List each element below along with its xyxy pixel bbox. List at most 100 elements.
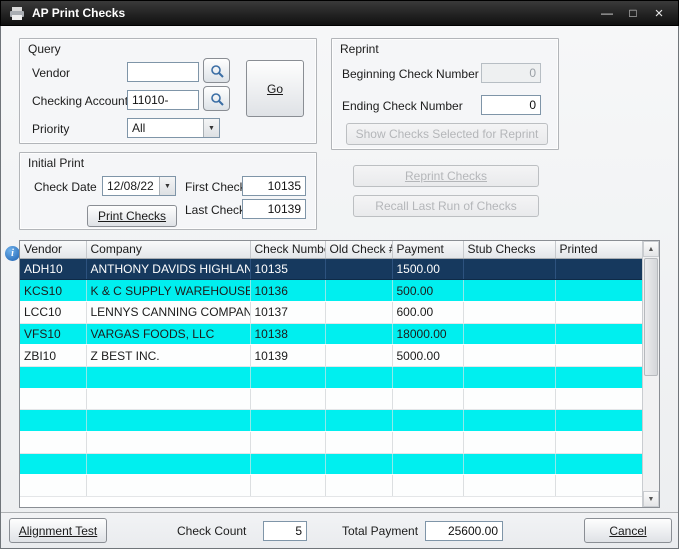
grid-cell-payment[interactable]: 500.00 bbox=[392, 279, 464, 302]
grid-row[interactable] bbox=[20, 431, 643, 454]
grid-cell-vendor[interactable]: ADH10 bbox=[20, 258, 87, 281]
grid-cell-old_check[interactable] bbox=[325, 344, 393, 367]
grid-cell-stub_checks[interactable] bbox=[463, 258, 556, 281]
chevron-down-icon[interactable]: ▼ bbox=[159, 177, 175, 195]
grid-cell-company[interactable]: VARGAS FOODS, LLC bbox=[86, 323, 251, 346]
chevron-down-icon[interactable]: ▼ bbox=[203, 119, 219, 137]
grid-cell-old_check[interactable] bbox=[325, 279, 393, 302]
grid-cell-check_number[interactable]: 10138 bbox=[250, 323, 326, 346]
grid-cell-stub_checks[interactable] bbox=[463, 344, 556, 367]
grid-cell-company[interactable] bbox=[86, 388, 251, 411]
grid-cell-vendor[interactable]: KCS10 bbox=[20, 279, 87, 302]
go-button[interactable]: Go bbox=[246, 60, 304, 117]
grid-cell-old_check[interactable] bbox=[325, 431, 393, 454]
column-header-payment[interactable]: Payment bbox=[392, 241, 464, 259]
grid-cell-vendor[interactable] bbox=[20, 366, 87, 389]
column-header-old-check[interactable]: Old Check # bbox=[325, 241, 393, 259]
grid-cell-company[interactable]: K & C SUPPLY WAREHOUSE bbox=[86, 279, 251, 302]
grid-cell-old_check[interactable] bbox=[325, 323, 393, 346]
grid-cell-check_number[interactable]: 10136 bbox=[250, 279, 326, 302]
ending-check-number-input[interactable] bbox=[481, 95, 541, 115]
grid-cell-old_check[interactable] bbox=[325, 409, 393, 432]
grid-cell-check_number[interactable]: 10139 bbox=[250, 344, 326, 367]
grid-cell-payment[interactable]: 5000.00 bbox=[392, 344, 464, 367]
priority-dropdown[interactable]: All ▼ bbox=[127, 118, 220, 138]
grid-cell-printed[interactable] bbox=[555, 474, 643, 498]
grid-cell-stub_checks[interactable] bbox=[463, 366, 556, 389]
grid-row[interactable] bbox=[20, 474, 643, 498]
grid-cell-payment[interactable] bbox=[392, 474, 464, 498]
grid-row[interactable] bbox=[20, 409, 643, 432]
vendor-search-button[interactable] bbox=[203, 58, 230, 83]
grid-cell-company[interactable]: ANTHONY DAVIDS HIGHLAND CO bbox=[86, 258, 251, 281]
scroll-down-icon[interactable]: ▼ bbox=[643, 491, 659, 507]
grid-cell-old_check[interactable] bbox=[325, 453, 393, 476]
grid-cell-check_number[interactable] bbox=[250, 409, 326, 432]
grid-cell-company[interactable] bbox=[86, 366, 251, 389]
grid-cell-vendor[interactable]: VFS10 bbox=[20, 323, 87, 346]
grid-cell-stub_checks[interactable] bbox=[463, 409, 556, 432]
grid-cell-check_number[interactable]: 10135 bbox=[250, 258, 326, 281]
last-check-input[interactable] bbox=[242, 199, 306, 219]
grid-scrollbar[interactable]: ▲ ▼ bbox=[642, 241, 659, 507]
grid-cell-vendor[interactable]: ZBI10 bbox=[20, 344, 87, 367]
grid-cell-payment[interactable]: 600.00 bbox=[392, 301, 464, 324]
grid-cell-stub_checks[interactable] bbox=[463, 474, 556, 498]
grid-cell-printed[interactable] bbox=[555, 388, 643, 411]
grid-cell-vendor[interactable] bbox=[20, 453, 87, 476]
grid-cell-payment[interactable] bbox=[392, 366, 464, 389]
grid-cell-payment[interactable] bbox=[392, 431, 464, 454]
grid-cell-vendor[interactable] bbox=[20, 474, 87, 498]
close-button[interactable]: × bbox=[648, 4, 670, 22]
grid-cell-stub_checks[interactable] bbox=[463, 323, 556, 346]
grid-cell-old_check[interactable] bbox=[325, 474, 393, 498]
grid-row[interactable]: ZBI10 Z BEST INC. 10139 5000.00 bbox=[20, 344, 643, 367]
grid-cell-printed[interactable] bbox=[555, 258, 643, 281]
grid-row[interactable] bbox=[20, 366, 643, 389]
grid-row[interactable]: ADH10ANTHONY DAVIDS HIGHLAND CO10135 1500… bbox=[20, 258, 643, 281]
grid-cell-check_number[interactable] bbox=[250, 366, 326, 389]
grid-cell-check_number[interactable] bbox=[250, 453, 326, 476]
grid-cell-printed[interactable] bbox=[555, 453, 643, 476]
grid-cell-company[interactable] bbox=[86, 453, 251, 476]
grid-cell-printed[interactable] bbox=[555, 431, 643, 454]
grid-cell-stub_checks[interactable] bbox=[463, 279, 556, 302]
column-header-check-number[interactable]: Check Number bbox=[250, 241, 326, 259]
grid-cell-printed[interactable] bbox=[555, 279, 643, 302]
checking-account-search-button[interactable] bbox=[203, 86, 230, 111]
minimize-button[interactable]: — bbox=[596, 4, 618, 22]
print-checks-button[interactable]: Print Checks bbox=[87, 205, 177, 227]
grid-cell-check_number[interactable] bbox=[250, 388, 326, 411]
check-date-dropdown[interactable]: 12/08/22 ▼ bbox=[102, 176, 176, 196]
grid-cell-payment[interactable] bbox=[392, 388, 464, 411]
grid-cell-old_check[interactable] bbox=[325, 258, 393, 281]
grid-cell-vendor[interactable] bbox=[20, 409, 87, 432]
column-header-stub-checks[interactable]: Stub Checks bbox=[463, 241, 556, 259]
grid-cell-company[interactable]: LENNYS CANNING COMPANY bbox=[86, 301, 251, 324]
grid-cell-stub_checks[interactable] bbox=[463, 453, 556, 476]
alignment-test-button[interactable]: Alignment Test bbox=[9, 518, 107, 543]
cancel-button[interactable]: Cancel bbox=[584, 518, 672, 543]
column-header-company[interactable]: Company bbox=[86, 241, 251, 259]
checking-account-input[interactable] bbox=[127, 90, 199, 110]
grid-row[interactable]: VFS10 VARGAS FOODS, LLC 10138 18000.00 bbox=[20, 323, 643, 346]
grid-cell-payment[interactable]: 1500.00 bbox=[392, 258, 464, 281]
vendor-input[interactable] bbox=[127, 62, 199, 82]
grid-cell-payment[interactable]: 18000.00 bbox=[392, 323, 464, 346]
grid-cell-stub_checks[interactable] bbox=[463, 431, 556, 454]
grid-row[interactable] bbox=[20, 453, 643, 476]
grid-cell-stub_checks[interactable] bbox=[463, 388, 556, 411]
grid-cell-printed[interactable] bbox=[555, 344, 643, 367]
grid-cell-company[interactable] bbox=[86, 474, 251, 498]
grid-cell-printed[interactable] bbox=[555, 323, 643, 346]
grid-cell-payment[interactable] bbox=[392, 453, 464, 476]
first-check-input[interactable] bbox=[242, 176, 306, 196]
column-header-vendor[interactable]: Vendor bbox=[20, 241, 87, 259]
scrollbar-thumb[interactable] bbox=[644, 258, 658, 376]
grid-cell-check_number[interactable] bbox=[250, 431, 326, 454]
grid-row[interactable]: KCS10 K & C SUPPLY WAREHOUSE 10136 500.00 bbox=[20, 279, 643, 302]
grid-cell-old_check[interactable] bbox=[325, 388, 393, 411]
grid-cell-company[interactable]: Z BEST INC. bbox=[86, 344, 251, 367]
grid-cell-printed[interactable] bbox=[555, 409, 643, 432]
grid-cell-check_number[interactable]: 10137 bbox=[250, 301, 326, 324]
